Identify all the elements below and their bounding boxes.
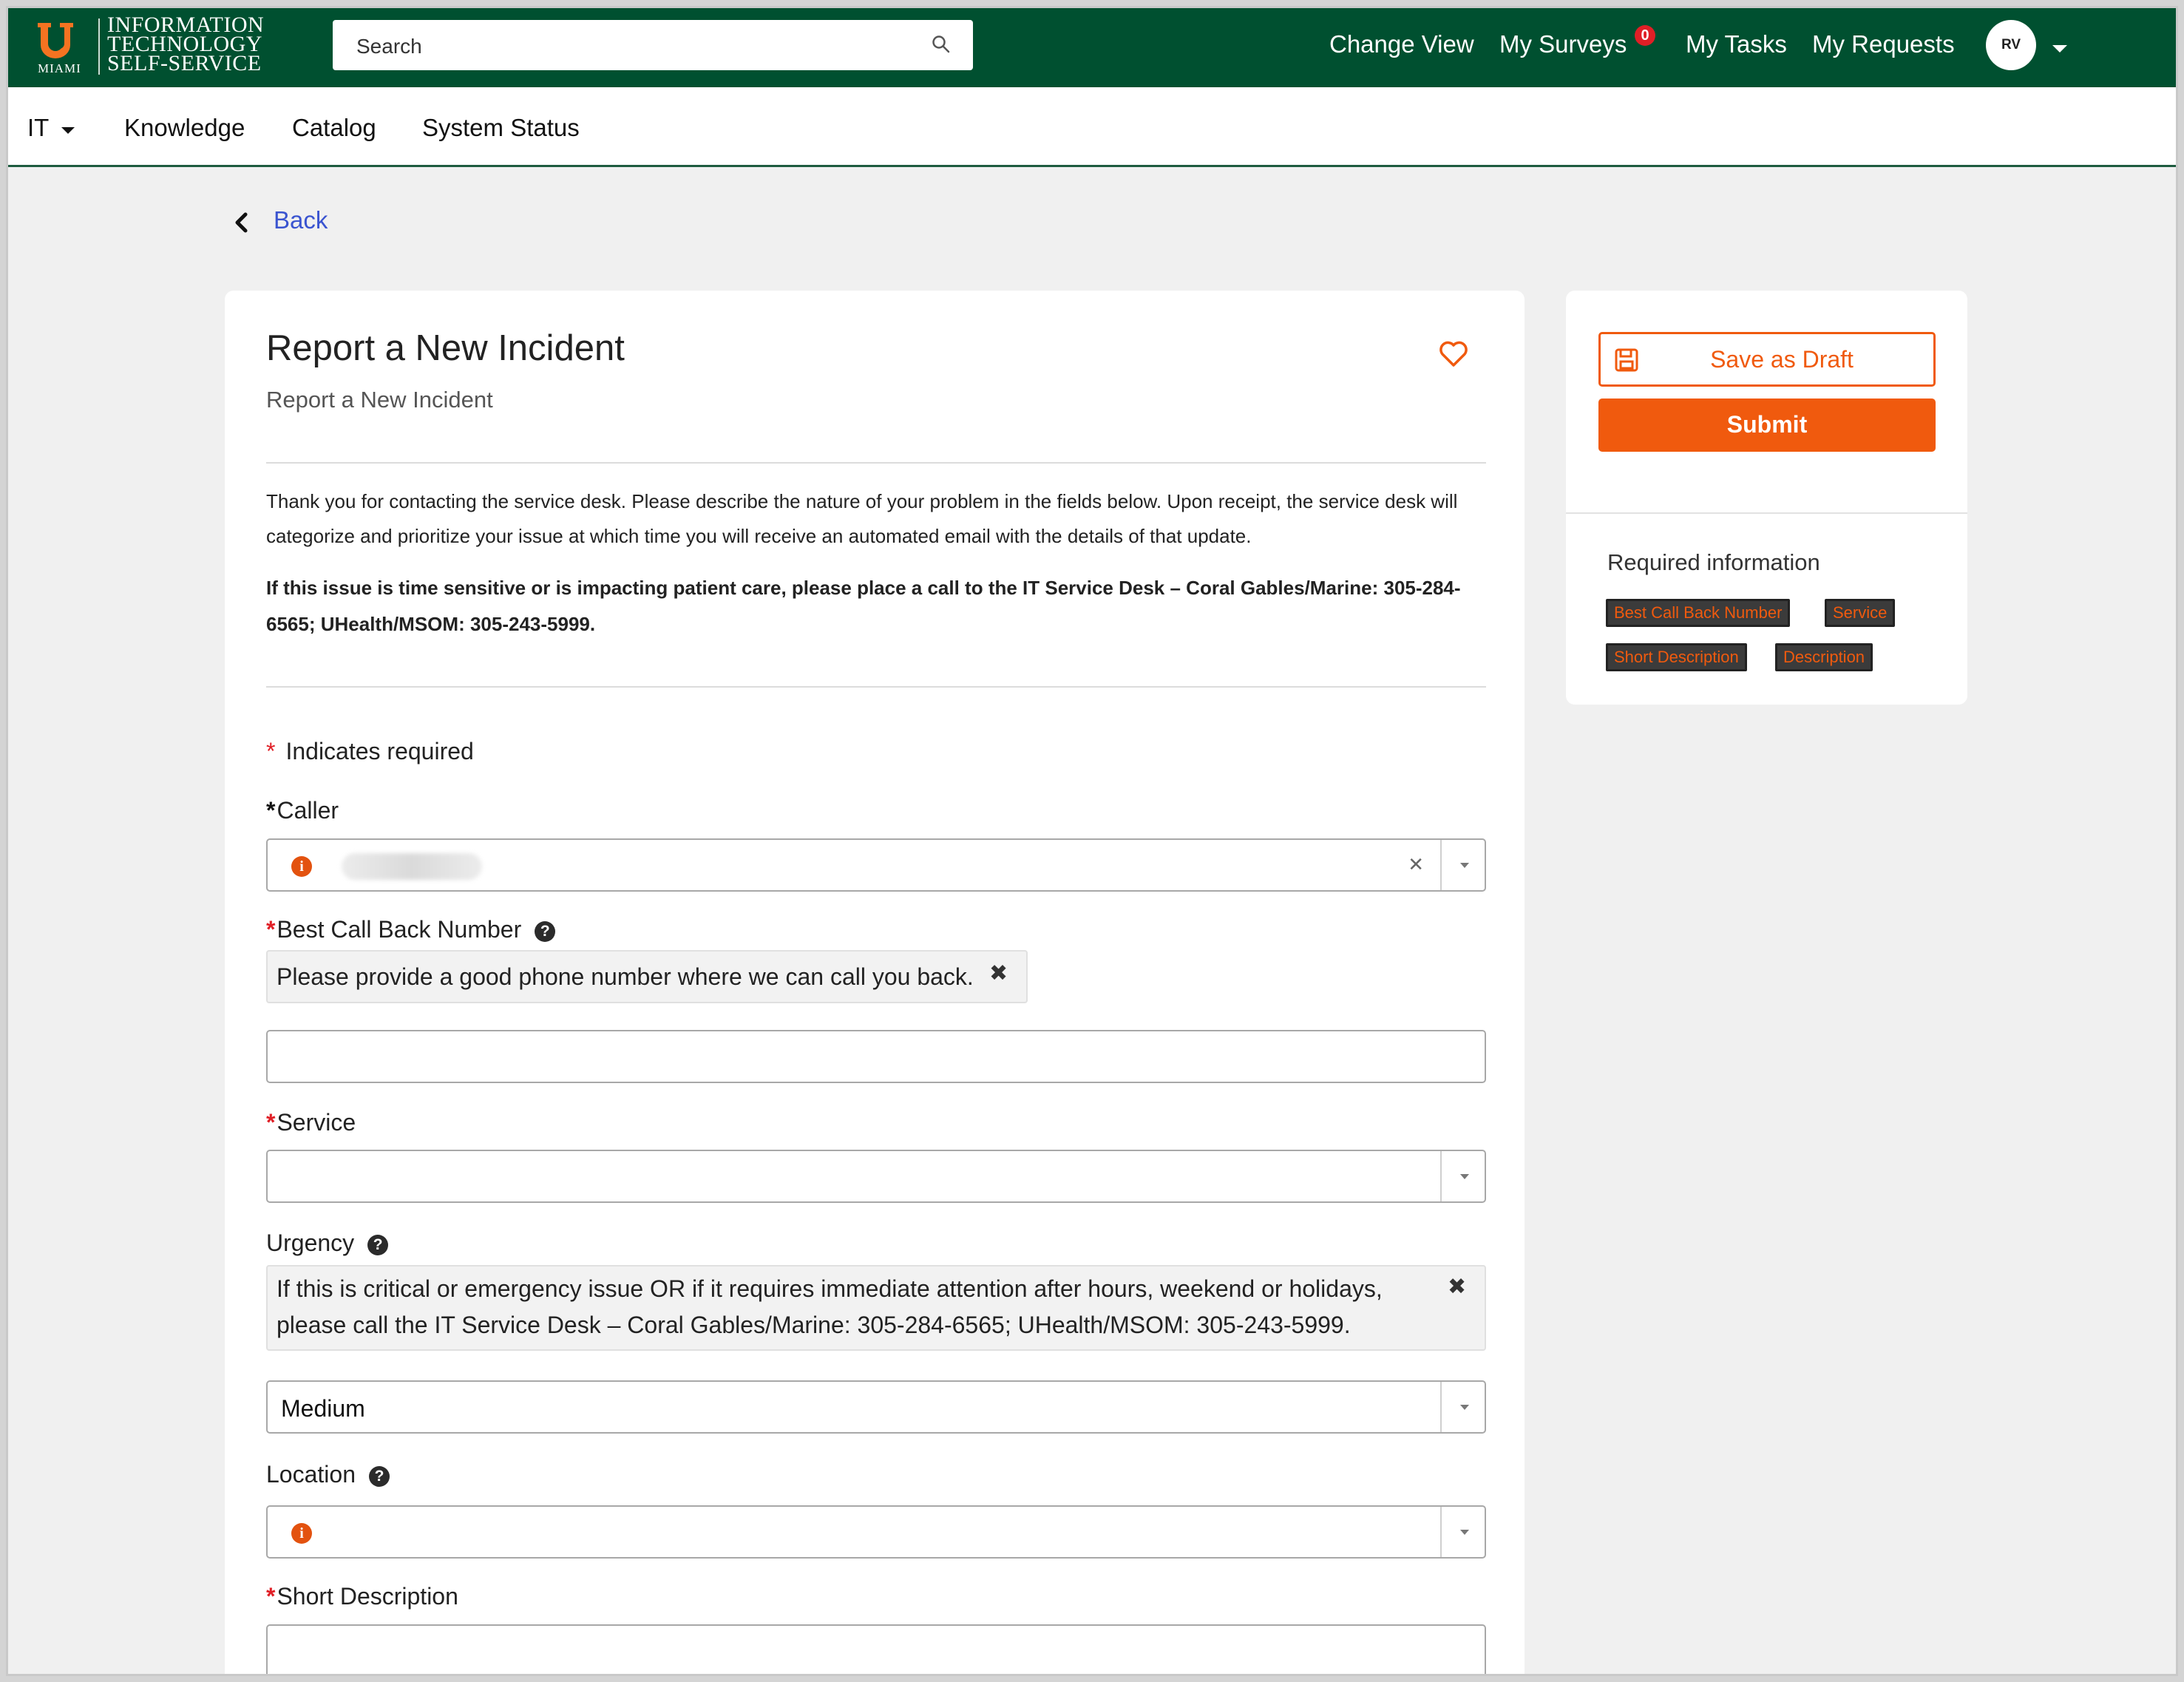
close-icon[interactable]: ✖ <box>1448 1274 1466 1300</box>
back-label: Back <box>274 206 328 234</box>
required-star: * <box>266 916 276 943</box>
required-star: * <box>266 1109 276 1136</box>
short-description-label: *Short Description <box>266 1583 458 1610</box>
help-icon[interactable]: ? <box>367 1235 389 1255</box>
service-label: *Service <box>266 1109 356 1136</box>
required-info-title: Required information <box>1607 549 1820 575</box>
chevron-left-icon <box>235 212 248 233</box>
page-title: Report a New Incident <box>266 328 625 368</box>
action-sidebar: Save as Draft Submit Required informatio… <box>1566 291 1967 705</box>
urgency-value: Medium <box>281 1395 365 1422</box>
nav-it-menu[interactable]: IT <box>27 114 49 142</box>
submit-button[interactable]: Submit <box>1598 399 1936 452</box>
required-tag[interactable]: Best Call Back Number <box>1606 599 1791 627</box>
required-tag[interactable]: Short Description <box>1606 643 1747 671</box>
short-description-label-text: Short Description <box>277 1583 458 1610</box>
avatar[interactable]: RV <box>1986 20 2036 70</box>
help-icon[interactable]: ? <box>368 1466 390 1487</box>
best-call-hint: Please provide a good phone number where… <box>266 950 1028 1003</box>
close-icon[interactable]: ✖ <box>989 960 1008 986</box>
caret-down-icon[interactable] <box>2052 45 2067 52</box>
caller-select[interactable]: i ✕ <box>266 838 1486 892</box>
close-icon[interactable]: ✕ <box>1408 853 1424 876</box>
urgency-label: Urgency? <box>266 1230 389 1257</box>
info-icon: i <box>291 1523 312 1544</box>
service-label-text: Service <box>277 1109 356 1136</box>
surveys-count-badge: 0 <box>1635 25 1655 46</box>
urgency-hint: If this is critical or emergency issue O… <box>266 1265 1486 1351</box>
u-logo-icon <box>38 23 73 58</box>
page-subtitle: Report a New Incident <box>266 387 493 413</box>
divider <box>266 686 1486 688</box>
search-input[interactable]: Search <box>333 20 973 70</box>
caller-label-text: Caller <box>277 797 339 824</box>
chevron-down-icon[interactable] <box>1440 1507 1485 1557</box>
my-surveys-link[interactable]: My Surveys <box>1499 30 1627 58</box>
search-icon[interactable] <box>932 35 951 54</box>
best-call-input[interactable] <box>266 1030 1486 1083</box>
logo-wordmark: INFORMATION TECHNOLOGY SELF-SERVICE <box>107 14 264 75</box>
best-call-label: *Best Call Back Number? <box>266 916 556 943</box>
service-select[interactable] <box>266 1150 1486 1203</box>
required-note: * Indicates required <box>266 738 474 765</box>
my-tasks-link[interactable]: My Tasks <box>1686 30 1787 58</box>
intro-urgent-text: If this issue is time sensitive or is im… <box>266 577 1461 635</box>
info-icon: i <box>291 856 312 877</box>
form-card: Report a New Incident Report a New Incid… <box>225 291 1525 1674</box>
my-requests-link[interactable]: My Requests <box>1812 30 1955 58</box>
best-call-hint-text: Please provide a good phone number where… <box>277 963 974 990</box>
logo-line-3: SELF-SERVICE <box>107 51 262 75</box>
change-view-link[interactable]: Change View <box>1329 30 1474 58</box>
urgency-select[interactable]: Medium <box>266 1380 1486 1434</box>
caller-value-redacted <box>342 853 482 880</box>
submit-label: Submit <box>1726 411 1808 438</box>
short-description-input[interactable] <box>266 1624 1486 1674</box>
help-icon[interactable]: ? <box>535 921 556 942</box>
app-window: MIAMI INFORMATION TECHNOLOGY SELF-SERVIC… <box>6 6 2178 1676</box>
location-label: Location? <box>266 1461 390 1488</box>
urgency-label-text: Urgency <box>266 1230 355 1256</box>
required-tag[interactable]: Description <box>1775 643 1873 671</box>
heart-icon[interactable] <box>1439 341 1468 367</box>
logo-divider <box>98 18 100 75</box>
best-call-label-text: Best Call Back Number <box>277 916 522 943</box>
caller-label: *Caller <box>266 797 339 824</box>
location-label-text: Location <box>266 1461 356 1488</box>
required-star: * <box>266 797 276 824</box>
required-star: * <box>266 1583 276 1610</box>
nav-catalog[interactable]: Catalog <box>292 114 376 142</box>
top-header: MIAMI INFORMATION TECHNOLOGY SELF-SERVIC… <box>8 8 2176 87</box>
chevron-down-icon[interactable] <box>1440 1151 1485 1201</box>
save-draft-label: Save as Draft <box>1710 346 1854 373</box>
required-note-label: Indicates required <box>285 738 474 764</box>
required-tag[interactable]: Service <box>1825 599 1896 627</box>
logo-miami-text: MIAMI <box>38 61 81 75</box>
chevron-down-icon[interactable] <box>1440 1382 1485 1432</box>
intro-text: Thank you for contacting the service des… <box>266 490 1458 547</box>
urgency-hint-text: If this is critical or emergency issue O… <box>277 1275 1383 1338</box>
save-draft-button[interactable]: Save as Draft <box>1598 332 1936 387</box>
nav-system-status[interactable]: System Status <box>422 114 580 142</box>
nav-knowledge[interactable]: Knowledge <box>124 114 245 142</box>
location-select[interactable]: i <box>266 1505 1486 1559</box>
divider <box>1566 512 1967 514</box>
chevron-down-icon[interactable] <box>1440 840 1485 890</box>
search-placeholder: Search <box>356 35 422 58</box>
required-star: * <box>266 738 276 764</box>
caret-down-icon[interactable] <box>61 127 75 134</box>
site-logo[interactable]: MIAMI INFORMATION TECHNOLOGY SELF-SERVIC… <box>30 14 282 79</box>
divider <box>266 462 1486 464</box>
secondary-nav: IT Knowledge Catalog System Status <box>8 87 2176 167</box>
